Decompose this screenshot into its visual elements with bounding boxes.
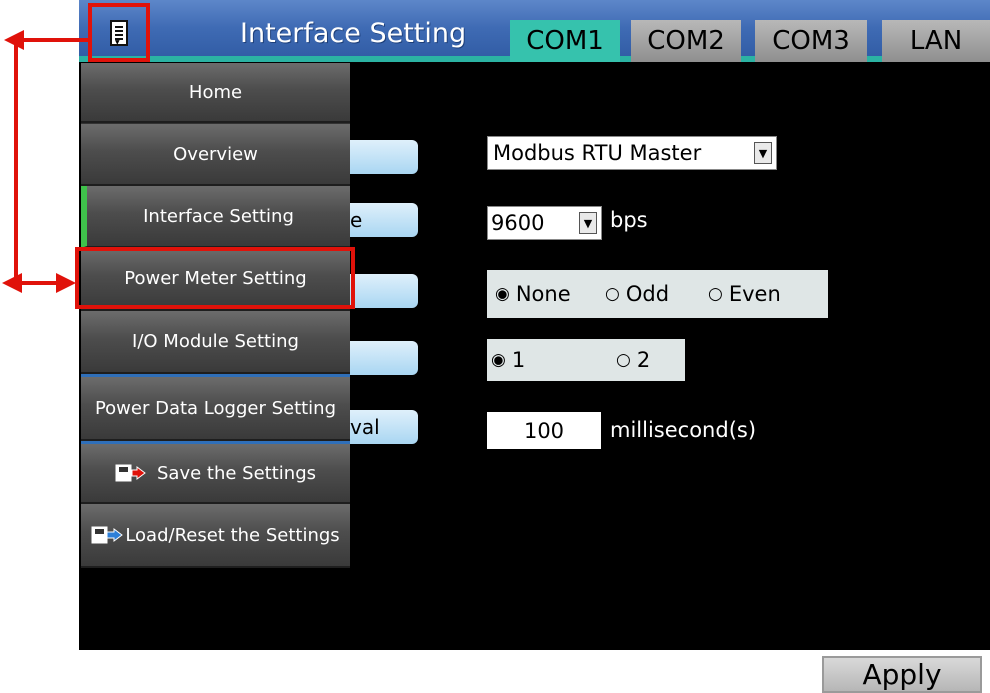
chevron-down-icon: ▼ [754,142,772,164]
interval-input[interactable]: 100 [487,412,601,449]
baudrate-value: 9600 [491,211,545,235]
menu-item-save-settings[interactable]: Save the Settings [81,441,350,504]
menu-icon: ▼ [110,19,128,46]
menu-item-interface-setting[interactable]: Interface Setting [81,186,350,248]
baudrate-label-fragment: e [350,208,363,232]
protocol-label-button[interactable] [350,140,418,174]
parity-radio-group: ◉ None ○ Odd ○ Even [487,270,828,318]
menu-item-io-module-setting[interactable]: I/O Module Setting [81,311,350,374]
tab-com2[interactable]: COM2 [631,20,741,62]
menu-item-power-data-logger-setting[interactable]: Power Data Logger Setting [81,374,350,441]
parity-odd-radio[interactable]: ○ Odd [605,282,708,306]
protocol-value: Modbus RTU Master [493,141,702,165]
menu-button[interactable]: ▼ [88,3,150,62]
tab-lan[interactable]: LAN [882,20,990,62]
baudrate-label-button[interactable]: e [350,203,418,237]
highlight-box [75,247,355,309]
side-menu: Home Overview Interface Setting Power Me… [81,63,350,568]
load-icon [91,525,124,545]
tab-com1[interactable]: COM1 [510,20,620,62]
parity-none-radio[interactable]: ◉ None [495,282,605,306]
stopbit-2-radio[interactable]: ○ 2 [616,348,650,372]
menu-item-home[interactable]: Home [81,63,350,123]
tab-com3[interactable]: COM3 [755,20,867,62]
interval-unit: millisecond(s) [610,418,757,442]
menu-item-load-reset-settings[interactable]: Load/Reset the Settings [81,504,350,568]
apply-button[interactable]: Apply [822,656,982,693]
parity-even-radio[interactable]: ○ Even [708,282,781,306]
page-title: Interface Setting [240,18,467,49]
stopbit-radio-group: ◉ 1 ○ 2 [487,339,685,381]
interval-label-fragment: val [350,415,380,439]
stopbit-1-radio[interactable]: ◉ 1 [491,348,616,372]
baudrate-select[interactable]: 9600 ▼ [487,206,602,240]
chevron-down-icon: ▼ [579,212,597,234]
menu-item-overview[interactable]: Overview [81,124,350,186]
stopbit-label-button[interactable] [350,341,418,375]
baudrate-unit: bps [610,208,648,232]
parity-label-button[interactable] [350,274,418,308]
protocol-select[interactable]: Modbus RTU Master ▼ [487,136,777,170]
save-icon [115,463,147,483]
interval-label-button[interactable]: val [350,410,418,444]
